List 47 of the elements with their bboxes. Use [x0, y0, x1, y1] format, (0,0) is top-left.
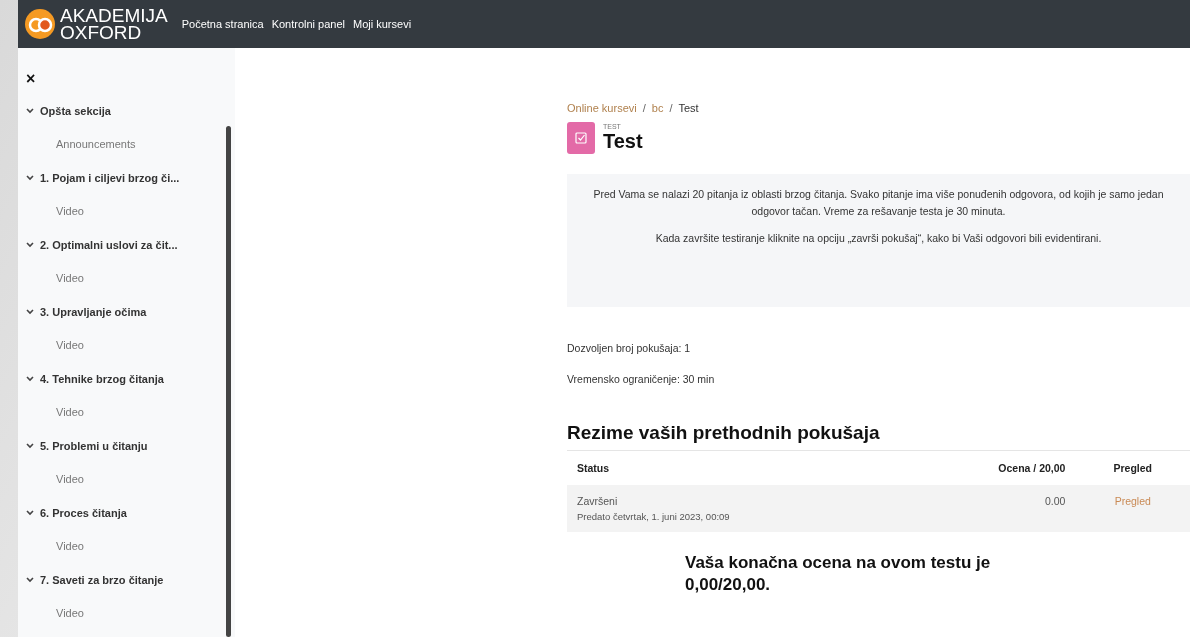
chevron-down-icon — [26, 107, 34, 114]
breadcrumb-link[interactable]: bc — [651, 102, 664, 114]
section-header[interactable]: 3. Upravljanje očima — [18, 295, 235, 328]
chevron-down-icon — [26, 308, 34, 315]
section-item-link[interactable]: Video — [18, 261, 235, 295]
section-header[interactable]: 4. Tehnike brzog čitanja — [18, 362, 235, 395]
section-header[interactable]: 1. Pojam i ciljevi brzog či... — [18, 161, 235, 194]
section-item-link[interactable]: Announcements — [18, 127, 235, 161]
quiz-info-text: Dozvoljen broj pokušaja: 1 — [567, 342, 692, 354]
final-grade-text: Vaša konačna ocena na ovom testu je 0,00/20,00. — [685, 552, 992, 596]
close-button[interactable]: × — [18, 64, 42, 94]
intro-paragraph: Pred Vama se nalazi 20 pitanja iz oblasti brzog čitanja. Svako pitanje ima više ponuđenih odgovora, od kojih je samo jedan odgovor tačan. Vreme za rešavanje testa je 30 minuta. — [592, 187, 1165, 219]
chevron-down-icon — [26, 576, 34, 583]
chevron-down-icon — [26, 442, 34, 449]
section-header[interactable]: Opšta sekcija — [18, 94, 235, 127]
chevron-down-icon — [26, 509, 34, 516]
logo-text: AKADEMIJA OXFORD — [60, 7, 168, 41]
section-item-link[interactable]: Video — [18, 395, 235, 429]
quiz-icon — [567, 122, 595, 154]
scrollbar[interactable] — [226, 126, 231, 637]
section-item-link[interactable]: Video — [18, 328, 235, 362]
current-page-label: Test — [678, 102, 699, 114]
section-header[interactable]: 6. Proces čitanja — [18, 496, 235, 529]
breadcrumb-link[interactable]: Online kursevi — [567, 102, 637, 114]
nav-link[interactable]: Kontrolni panel — [271, 18, 346, 30]
grade-value: 0.00 — [1045, 495, 1066, 507]
breadcrumb-separator: / — [669, 102, 673, 114]
chevron-down-icon — [26, 241, 34, 248]
chevron-down-icon — [26, 174, 34, 181]
quiz-info-text: Vremensko ograničenje: 30 min — [567, 373, 716, 385]
section-item-link[interactable]: Video — [18, 529, 235, 563]
breadcrumb-separator: / — [642, 102, 646, 114]
attempt-status: Završeni — [577, 495, 619, 507]
intro-paragraph: Kada završite testiranje kliknite na opciju „završi pokušaj“, kako bi Vaši odgovori bili evidentirani. — [654, 231, 1103, 246]
submitted-date: Predato četvrtak, 1. juni 2023, 00:09 — [577, 511, 731, 522]
logo-icon — [24, 8, 56, 40]
nav-link[interactable]: Moji kursevi — [353, 18, 412, 30]
section-heading: Rezime vaših prethodnih pokušaja — [567, 422, 881, 444]
section-header[interactable]: 5. Problemi u čitanju — [18, 429, 235, 462]
page-title: Test — [603, 130, 643, 153]
section-header[interactable]: 7. Saveti za brzo čitanje — [18, 563, 235, 596]
section-item-link[interactable]: Video — [18, 596, 235, 630]
section-item-link[interactable]: Video — [18, 462, 235, 496]
nav-link[interactable]: Početna stranica — [181, 18, 264, 30]
section-header[interactable]: 2. Optimalni uslovi za čit... — [18, 228, 235, 261]
section-item-link[interactable]: Video — [18, 194, 235, 228]
chevron-down-icon — [26, 375, 34, 382]
